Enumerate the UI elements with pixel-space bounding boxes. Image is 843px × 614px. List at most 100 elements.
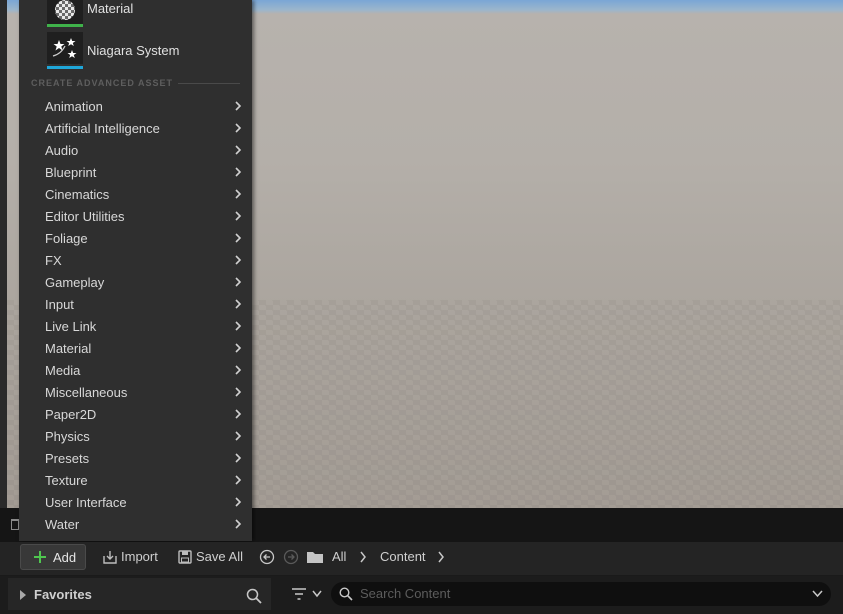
chevron-right-icon (235, 453, 242, 463)
chevron-right-icon (235, 497, 242, 507)
niagara-system-icon (47, 32, 83, 64)
menu-category-live-link[interactable]: Live Link (19, 315, 252, 337)
menu-category-label: Miscellaneous (45, 385, 128, 400)
menu-asset-label: Niagara System (87, 43, 180, 58)
add-button[interactable]: Add (20, 544, 86, 570)
niagara-type-bar (47, 66, 83, 69)
chevron-down-icon[interactable] (312, 590, 322, 598)
expand-arrow-icon[interactable] (20, 590, 26, 600)
menu-category-presets[interactable]: Presets (19, 447, 252, 469)
menu-category-label: Physics (45, 429, 90, 444)
menu-category-label: Animation (45, 99, 103, 114)
menu-category-label: Cinematics (45, 187, 110, 202)
menu-category-gameplay[interactable]: Gameplay (19, 271, 252, 293)
chevron-right-icon (235, 211, 242, 221)
chevron-right-icon (235, 233, 242, 243)
chevron-right-icon (235, 343, 242, 353)
search-icon (339, 587, 353, 601)
menu-category-paper2d[interactable]: Paper2D (19, 403, 252, 425)
menu-category-label: Material (45, 341, 92, 356)
import-button-label: Import (121, 549, 158, 564)
menu-category-label: Live Link (45, 319, 97, 334)
menu-category-label: Foliage (45, 231, 88, 246)
back-arrow-icon[interactable] (259, 549, 275, 565)
chevron-right-icon (235, 189, 242, 199)
chevron-right-icon (235, 365, 242, 375)
menu-asset-material[interactable]: Material (19, 0, 252, 28)
menu-category-input[interactable]: Input (19, 293, 252, 315)
favorites-label: Favorites (34, 587, 92, 602)
save-all-button-label: Save All (196, 549, 243, 564)
menu-category-label: Media (45, 363, 81, 378)
menu-category-label: User Interface (45, 495, 127, 510)
breadcrumb-all[interactable]: All (332, 549, 346, 564)
plus-icon (34, 551, 46, 563)
chevron-right-icon (235, 475, 242, 485)
chevron-right-icon (235, 431, 242, 441)
search-placeholder: Search Content (360, 586, 451, 601)
menu-category-label: Texture (45, 473, 88, 488)
chevron-right-icon (235, 101, 242, 111)
chevron-right-icon (235, 255, 242, 265)
menu-category-miscellaneous[interactable]: Miscellaneous (19, 381, 252, 403)
menu-category-foliage[interactable]: Foliage (19, 227, 252, 249)
breadcrumb-chevron-icon[interactable] (359, 551, 367, 563)
menu-category-media[interactable]: Media (19, 359, 252, 381)
folder-icon[interactable] (306, 550, 324, 564)
menu-category-label: Presets (45, 451, 90, 466)
material-type-bar (47, 24, 83, 27)
chevron-right-icon (235, 387, 242, 397)
search-icon[interactable] (246, 588, 262, 604)
menu-category-cinematics[interactable]: Cinematics (19, 183, 252, 205)
menu-category-label: Paper2D (45, 407, 97, 422)
filter-icon[interactable] (291, 587, 307, 601)
material-icon (47, 0, 83, 24)
favorites-header[interactable]: Favorites (8, 578, 271, 610)
menu-category-blueprint[interactable]: Blueprint (19, 161, 252, 183)
chevron-right-icon (235, 167, 242, 177)
left-panel-edge (0, 0, 7, 510)
breadcrumb-chevron-icon[interactable] (437, 551, 445, 563)
menu-category-material[interactable]: Material (19, 337, 252, 359)
add-button-label: Add (53, 550, 77, 565)
menu-category-label: Water (45, 517, 80, 532)
menu-category-physics[interactable]: Physics (19, 425, 252, 447)
menu-asset-label: Material (87, 1, 134, 16)
chevron-right-icon (235, 145, 242, 155)
content-filter-bar: Favorites Search Content (0, 576, 843, 614)
forward-arrow-icon[interactable] (283, 549, 299, 565)
section-header-advanced: CREATE ADVANCED ASSET (31, 78, 174, 88)
import-button[interactable]: Import (100, 544, 162, 570)
menu-category-audio[interactable]: Audio (19, 139, 252, 161)
add-asset-menu: Material Niagara System CREATE ADVANCED … (19, 0, 252, 541)
menu-category-user-interface[interactable]: User Interface (19, 491, 252, 513)
menu-category-label: Blueprint (45, 165, 97, 180)
chevron-right-icon (235, 123, 242, 133)
chevron-right-icon (235, 409, 242, 419)
menu-category-label: FX (45, 253, 62, 268)
menu-category-label: Editor Utilities (45, 209, 125, 224)
search-content-input[interactable]: Search Content (331, 582, 831, 606)
menu-category-texture[interactable]: Texture (19, 469, 252, 491)
menu-category-label: Artificial Intelligence (45, 121, 160, 136)
chevron-right-icon (235, 299, 242, 309)
content-browser-toolbar: Add Import Save All All Content (0, 542, 843, 575)
menu-category-artificial-intelligence[interactable]: Artificial Intelligence (19, 117, 252, 139)
menu-category-label: Input (45, 297, 74, 312)
chevron-right-icon (235, 277, 242, 287)
menu-category-label: Gameplay (45, 275, 105, 290)
menu-category-editor-utilities[interactable]: Editor Utilities (19, 205, 252, 227)
import-icon (103, 551, 117, 564)
chevron-right-icon (235, 519, 242, 529)
panel-icon (11, 519, 19, 530)
menu-category-animation[interactable]: Animation (19, 95, 252, 117)
save-icon (178, 550, 192, 564)
chevron-right-icon (235, 321, 242, 331)
menu-category-water[interactable]: Water (19, 513, 252, 535)
save-all-button[interactable]: Save All (176, 544, 246, 570)
breadcrumb-content[interactable]: Content (380, 549, 426, 564)
chevron-down-icon[interactable] (812, 590, 823, 598)
section-divider (178, 83, 240, 84)
menu-category-fx[interactable]: FX (19, 249, 252, 271)
menu-asset-niagara-system[interactable]: Niagara System (19, 32, 252, 70)
